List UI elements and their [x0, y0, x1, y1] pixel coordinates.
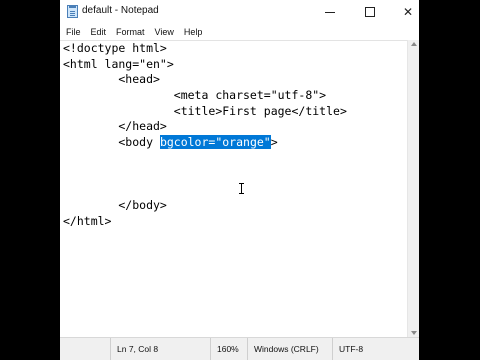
- code-text: >: [270, 135, 278, 149]
- code-line: <html lang="en">: [63, 56, 174, 71]
- code-line: </html>: [63, 213, 112, 228]
- scroll-down-icon[interactable]: [411, 331, 417, 335]
- text-editor[interactable]: <!doctype html> <html lang="en"> <head> …: [60, 40, 407, 337]
- minimize-button[interactable]: [312, 0, 348, 24]
- window-title: default - Notepad: [82, 5, 159, 16]
- notepad-icon: [67, 5, 78, 18]
- code-line: </body>: [63, 198, 167, 212]
- maximize-button[interactable]: [352, 0, 388, 24]
- close-icon: ✕: [402, 5, 414, 19]
- cursor-position: Ln 7, Col 8: [110, 338, 210, 360]
- code-line: <head>: [63, 72, 160, 86]
- maximize-icon: [365, 7, 375, 17]
- menu-edit[interactable]: Edit: [87, 27, 111, 37]
- status-bar: Ln 7, Col 8 160% Windows (CRLF) UTF-8: [60, 337, 419, 360]
- menu-file[interactable]: File: [62, 27, 85, 37]
- close-button[interactable]: ✕: [390, 0, 419, 24]
- menu-bar: File Edit Format View Help: [60, 24, 419, 40]
- text-cursor-icon: [239, 183, 244, 194]
- vertical-scrollbar[interactable]: [407, 40, 419, 337]
- code-line: <!doctype html>: [63, 41, 167, 55]
- menu-help[interactable]: Help: [180, 27, 207, 37]
- line-ending: Windows (CRLF): [247, 338, 332, 360]
- title-bar[interactable]: default - Notepad ✕: [60, 0, 419, 24]
- scroll-up-icon[interactable]: [411, 42, 417, 46]
- minimize-icon: [325, 12, 335, 13]
- code-line: <title>First page</title>: [63, 103, 347, 118]
- zoom-level: 160%: [210, 338, 247, 360]
- code-line: <meta charset="utf-8">: [63, 88, 327, 102]
- code-line-body: <body bgcolor="orange">: [63, 135, 278, 150]
- menu-format[interactable]: Format: [112, 27, 149, 37]
- code-line: </head>: [63, 119, 167, 133]
- code-text: <body: [63, 135, 160, 149]
- selected-text: bgcolor="orange": [159, 135, 271, 149]
- notepad-window: default - Notepad ✕ File Edit Format Vie…: [60, 0, 419, 360]
- encoding: UTF-8: [332, 338, 419, 360]
- menu-view[interactable]: View: [151, 27, 178, 37]
